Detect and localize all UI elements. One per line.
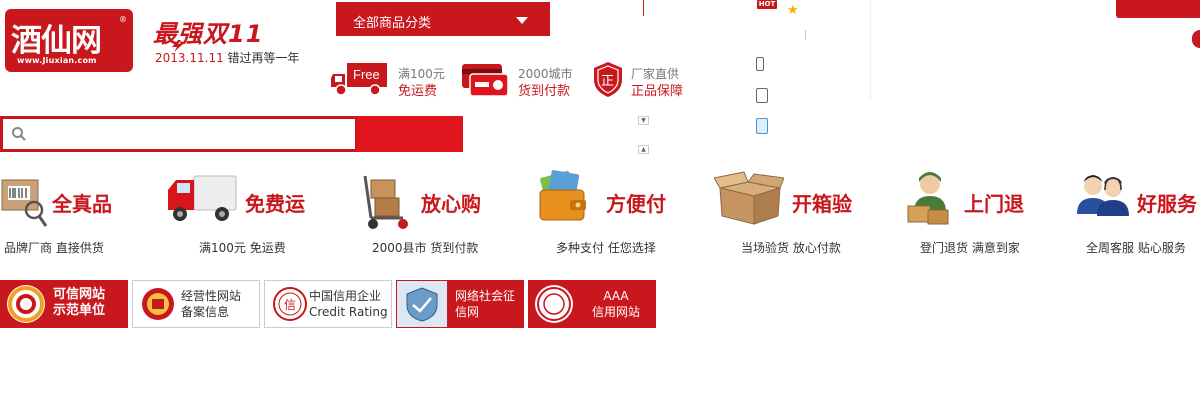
service-open-inspect[interactable]: 开箱验 当场验货 放心付款 (714, 168, 859, 258)
badge-line2: 示范单位 (53, 303, 106, 318)
service-good-service[interactable]: 好服务 全周客服 贴心服务 (1075, 168, 1200, 258)
site-logo[interactable]: 酒仙网 www.Jiuxian.com ® (5, 9, 133, 72)
courier-icon (907, 172, 949, 225)
badge-line2: 备案信息 (181, 305, 230, 319)
logo-name: 酒仙网 (11, 23, 102, 59)
star-icon: ★ (787, 3, 799, 18)
feature-genuine: 正 厂家直供 正品保障 (591, 60, 701, 100)
scroll-down-icon[interactable]: ▼ (638, 116, 649, 125)
search-bar (0, 116, 463, 152)
service-title: 开箱验 (792, 192, 852, 216)
hot-badge: HOT (757, 0, 777, 9)
customer-service-icon (1077, 175, 1129, 216)
service-worry-free[interactable]: 放心购 2000县市 货到付款 (359, 168, 494, 258)
promo-subtitle: 2013.11.11 错过再等一年 (155, 49, 300, 66)
top-red-tab[interactable] (1116, 0, 1200, 18)
truck-icon: Free (331, 63, 387, 96)
promo-tagline: 错过再等一年 (227, 51, 300, 65)
service-title: 免费运 (245, 192, 305, 216)
service-genuine[interactable]: 全真品 品牌厂商 直接供货 (0, 168, 115, 258)
service-easy-pay[interactable]: 方便付 多种支付 任您选择 (534, 168, 669, 258)
mobile-app-icon[interactable] (756, 118, 768, 134)
service-title: 放心购 (421, 192, 481, 216)
search-icon (12, 127, 26, 141)
service-desc: 品牌厂商 直接供货 (4, 241, 104, 255)
badge-line2: 信网 (455, 305, 480, 319)
hand-truck-boxes-icon (363, 175, 408, 229)
logo-url: www.Jiuxian.com (17, 56, 97, 65)
genuine-badge-text: 正 (601, 74, 614, 89)
service-desc: 2000县市 货到付款 (372, 241, 479, 255)
trusted-seal-icon (7, 285, 45, 323)
service-desc: 当场验货 放心付款 (741, 241, 841, 255)
scroll-up-icon[interactable]: ▲ (638, 145, 649, 154)
open-box-icon (714, 171, 784, 225)
search-input[interactable] (31, 121, 353, 147)
delivery-truck-icon (168, 175, 237, 221)
all-categories-label: 全部商品分类 (353, 16, 432, 31)
police-emblem-icon (142, 288, 174, 320)
registered-mark: ® (119, 15, 127, 24)
feature-cash-on-delivery: 2000城市 货到付款 (462, 60, 582, 100)
service-desc: 多种支付 任您选择 (556, 241, 656, 255)
barcode-box-icon (1, 179, 48, 227)
feature-free-shipping: Free 满100元 免运费 (331, 60, 451, 100)
service-free-shipping[interactable]: 免费运 满100元 免运费 (164, 168, 309, 258)
divider (805, 30, 806, 40)
divider (870, 0, 871, 100)
badge-line2: 信用网站 (591, 305, 640, 319)
shield-icon: 正 (594, 62, 622, 97)
service-desc: 满100元 免运费 (199, 241, 286, 255)
trust-badge-trusted-site[interactable]: 可信网站 示范单位 (0, 280, 128, 328)
badge-line1: 网络社会征 (455, 289, 516, 303)
service-title: 好服务 (1137, 192, 1197, 216)
trust-badge-aaa[interactable]: AAA 信用网站 (528, 280, 656, 328)
search-button[interactable] (357, 116, 463, 152)
credit-card-icon (462, 64, 508, 97)
service-title: 上门退 (964, 192, 1024, 216)
trust-badge-credit-rating[interactable]: 信 中国信用企业 Credit Rating (264, 280, 392, 328)
badge-line1: 中国信用企业 (309, 289, 382, 303)
service-desc: 全周客服 贴心服务 (1086, 241, 1186, 255)
feature-line2: 免运费 (398, 84, 438, 99)
credit-seal-text: 信 (284, 298, 296, 312)
all-categories-dropdown[interactable]: 全部商品分类 (336, 2, 550, 36)
feature-line2: 正品保障 (631, 84, 684, 99)
service-title: 全真品 (52, 192, 112, 216)
badge-line2: Credit Rating (309, 305, 388, 319)
tablet-icon[interactable] (756, 88, 768, 103)
shield-emblem-icon (406, 287, 438, 322)
service-desc: 登门退货 满意到家 (920, 241, 1020, 255)
chevron-down-icon (516, 17, 528, 24)
promo-date: 2013.11.11 (155, 51, 224, 65)
badge-line1: 经营性网站 (181, 289, 242, 303)
wallet-icon (539, 170, 586, 221)
divider (643, 0, 644, 16)
phone-icon[interactable] (756, 57, 764, 71)
badge-line1: 可信网站 (53, 287, 106, 302)
service-home-return[interactable]: 上门退 登门退货 满意到家 (906, 168, 1036, 258)
side-red-tab[interactable] (1192, 30, 1200, 48)
trust-badge-social-credit[interactable]: 网络社会征 信网 (396, 280, 524, 328)
credit-seal-icon: 信 (273, 287, 307, 321)
service-title: 方便付 (606, 192, 666, 216)
badge-line1: AAA (603, 289, 629, 303)
trust-badge-filing-info[interactable]: 经营性网站 备案信息 (132, 280, 260, 328)
trust-seal-icon (535, 285, 573, 323)
feature-line2: 货到付款 (518, 84, 571, 99)
free-badge-text: Free (353, 67, 380, 82)
